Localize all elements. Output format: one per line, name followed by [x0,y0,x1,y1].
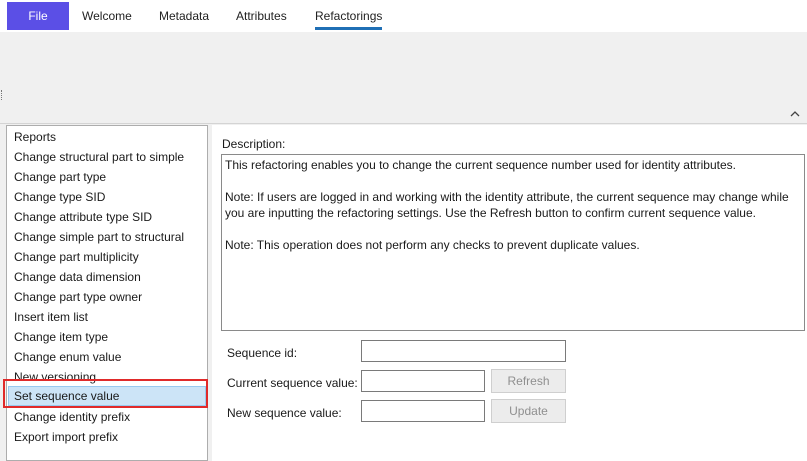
tab-metadata[interactable]: Metadata [159,9,209,23]
list-item[interactable]: Change attribute type SID [8,207,206,227]
list-item[interactable]: Change enum value [8,347,206,367]
tab-refactorings[interactable]: Refactorings [315,9,383,30]
description-text: This refactoring enables you to change t… [225,158,736,172]
update-button[interactable]: Update [491,399,566,423]
new-sequence-value-label: New sequence value: [227,406,342,420]
ribbon-body [0,32,807,124]
list-item[interactable]: Reports [8,127,206,147]
panel-grip [1,90,3,100]
list-item[interactable]: Change data dimension [8,267,206,287]
list-item[interactable]: Change part type owner [8,287,206,307]
current-sequence-value-label: Current sequence value: [227,376,358,390]
list-item[interactable]: New versioning [8,367,206,387]
tab-attributes[interactable]: Attributes [236,9,287,23]
file-tab[interactable]: File [7,2,69,30]
refresh-button[interactable]: Refresh [491,369,566,393]
new-sequence-value-input[interactable] [361,400,485,422]
list-item[interactable]: Change simple part to structural [8,227,206,247]
list-item[interactable]: Change item type [8,327,206,347]
list-item[interactable]: Change part multiplicity [8,247,206,267]
list-item[interactable]: Export import prefix [8,427,206,447]
ribbon-tab-bar: File Welcome Metadata Attributes Refacto… [0,0,807,32]
list-item[interactable]: Change structural part to simple [8,147,206,167]
sequence-id-input[interactable] [361,340,566,362]
chevron-up-icon[interactable] [789,108,801,120]
list-item[interactable]: Change identity prefix [8,407,206,427]
description-note: Note: This operation does not perform an… [225,238,640,252]
description-box[interactable]: This refactoring enables you to change t… [221,154,805,331]
current-sequence-value-input[interactable] [361,370,485,392]
description-label: Description: [222,137,286,151]
refactorings-list: Reports Change structural part to simple… [6,125,208,461]
description-note: Note: If users are logged in and working… [225,190,789,220]
list-item[interactable]: Insert item list [8,307,206,327]
list-item-selected[interactable]: Set sequence value [8,386,206,406]
list-item[interactable]: Change type SID [8,187,206,207]
sequence-id-label: Sequence id: [227,346,298,360]
list-item[interactable]: Change part type [8,167,206,187]
tab-welcome[interactable]: Welcome [82,9,132,23]
